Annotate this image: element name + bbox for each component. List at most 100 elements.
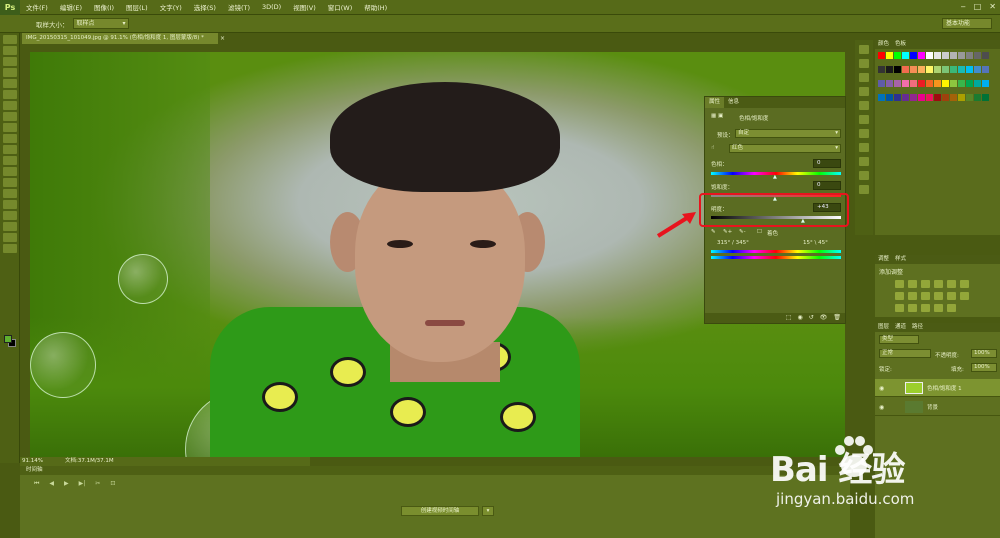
properties-icon[interactable] — [859, 87, 869, 96]
saturation-value-field[interactable]: 0 — [813, 181, 841, 190]
layer-thumbnail[interactable] — [905, 401, 923, 413]
exposure-icon[interactable] — [934, 280, 943, 288]
channel-select[interactable]: 红色 — [729, 144, 841, 153]
color-swatch[interactable] — [894, 52, 901, 59]
color-swatch[interactable] — [942, 52, 949, 59]
color-swatch[interactable] — [974, 80, 981, 87]
color-swatch[interactable] — [934, 66, 941, 73]
eyedropper-tool-icon[interactable] — [3, 90, 17, 99]
history-brush-tool-icon[interactable] — [3, 134, 17, 143]
history-icon[interactable] — [859, 45, 869, 54]
color-swatch[interactable] — [950, 94, 957, 101]
color-swatch[interactable] — [878, 52, 885, 59]
gradient-tool-icon[interactable] — [3, 156, 17, 165]
brightness-icon[interactable] — [895, 280, 904, 288]
shape-tool-icon[interactable] — [3, 222, 17, 231]
color-swatch[interactable] — [958, 80, 965, 87]
menu-filter[interactable]: 滤镜(T) — [222, 2, 256, 12]
color-swatch[interactable] — [974, 94, 981, 101]
color-swatch[interactable] — [886, 80, 893, 87]
color-swatch[interactable] — [902, 66, 909, 73]
delete-icon[interactable]: 🗑 — [833, 313, 841, 323]
color-swatch[interactable] — [878, 94, 885, 101]
color-swatch[interactable] — [878, 66, 885, 73]
color-swatch[interactable] — [950, 66, 957, 73]
pen-tool-icon[interactable] — [3, 189, 17, 198]
color-swatch[interactable] — [886, 66, 893, 73]
marquee-tool-icon[interactable] — [3, 46, 17, 55]
layer-row[interactable]: ◉ 色相/饱和度 1 — [875, 379, 1000, 397]
eye-icon[interactable]: ◉ — [879, 404, 884, 411]
menu-select[interactable]: 选择(S) — [188, 2, 222, 12]
transition-icon[interactable]: ⊡ — [110, 480, 115, 488]
color-swatch[interactable] — [910, 94, 917, 101]
foreground-color-swatch[interactable] — [4, 335, 12, 343]
color-swatch[interactable] — [982, 80, 989, 87]
opacity-field[interactable]: 100% — [971, 349, 997, 358]
first-frame-icon[interactable]: ⏮ — [34, 480, 39, 488]
eyedropper-icon[interactable]: ✎ — [711, 229, 716, 235]
tab-paths[interactable]: 路径 — [909, 323, 926, 332]
view-previous-icon[interactable]: ◉ — [797, 313, 802, 323]
create-video-timeline-button[interactable]: 创建视频时间轴 — [401, 506, 479, 516]
hue-slider-thumb[interactable]: ▲ — [773, 174, 777, 180]
color-swatch[interactable] — [974, 66, 981, 73]
color-swatch[interactable] — [958, 94, 965, 101]
color-swatch[interactable] — [910, 80, 917, 87]
split-icon[interactable]: ✂ — [95, 480, 100, 488]
character-icon[interactable] — [859, 143, 869, 152]
color-swatch[interactable] — [934, 52, 941, 59]
color-swatch[interactable] — [942, 66, 949, 73]
curves-icon[interactable] — [921, 280, 930, 288]
tool-presets-icon[interactable] — [859, 171, 869, 180]
color-swatch[interactable] — [926, 80, 933, 87]
color-swatch[interactable] — [926, 66, 933, 73]
type-tool-icon[interactable] — [3, 200, 17, 209]
eraser-tool-icon[interactable] — [3, 145, 17, 154]
color-lookup-icon[interactable] — [960, 292, 969, 300]
menu-help[interactable]: 帮助(H) — [358, 2, 393, 12]
notes-icon[interactable] — [859, 185, 869, 194]
color-swatch[interactable] — [942, 80, 949, 87]
eye-icon[interactable]: ◉ — [879, 385, 884, 392]
hue-value-field[interactable]: 0 — [813, 159, 841, 168]
fill-field[interactable]: 100% — [971, 363, 997, 372]
color-swatch[interactable] — [886, 94, 893, 101]
color-balance-icon[interactable] — [908, 292, 917, 300]
tab-adjustments[interactable]: 调整 — [875, 255, 892, 264]
clone-source-icon[interactable] — [859, 129, 869, 138]
blend-mode-select[interactable]: 正常 — [879, 349, 931, 358]
menu-image[interactable]: 图像(I) — [88, 2, 120, 12]
vibrance-icon[interactable] — [947, 280, 956, 288]
color-swatch[interactable] — [958, 66, 965, 73]
document-tab[interactable]: IMG_20150315_101049.jpg @ 91.1% (色相/饱和度 … — [22, 33, 218, 44]
color-range-bar-bottom[interactable] — [711, 256, 841, 259]
hue-saturation-icon[interactable] — [895, 292, 904, 300]
photo-filter-icon[interactable] — [934, 292, 943, 300]
stamp-tool-icon[interactable] — [3, 123, 17, 132]
color-swatch[interactable] — [886, 52, 893, 59]
tab-channels[interactable]: 通道 — [892, 323, 909, 332]
color-swatch[interactable] — [934, 94, 941, 101]
color-swatch[interactable] — [902, 94, 909, 101]
close-button[interactable]: ✕ — [989, 2, 996, 11]
color-swatch[interactable] — [926, 52, 933, 59]
zoom-tool-icon[interactable] — [3, 244, 17, 253]
menu-edit[interactable]: 编辑(E) — [54, 2, 88, 12]
preset-select[interactable]: 自定 — [735, 129, 841, 138]
info-icon[interactable] — [859, 101, 869, 110]
channel-mixer-icon[interactable] — [947, 292, 956, 300]
color-swatch[interactable] — [982, 52, 989, 59]
color-swatch[interactable] — [926, 94, 933, 101]
gradient-map-icon[interactable] — [947, 304, 956, 312]
hand-tool-icon[interactable] — [3, 233, 17, 242]
color-swatch[interactable] — [982, 94, 989, 101]
timeline-header[interactable]: 时间轴 — [20, 466, 850, 475]
color-swatch[interactable] — [982, 66, 989, 73]
color-swatch[interactable] — [966, 66, 973, 73]
tab-styles[interactable]: 样式 — [892, 255, 909, 264]
color-swatch[interactable] — [894, 80, 901, 87]
menu-type[interactable]: 文字(Y) — [154, 2, 188, 12]
path-select-tool-icon[interactable] — [3, 211, 17, 220]
selective-color-icon[interactable] — [934, 304, 943, 312]
